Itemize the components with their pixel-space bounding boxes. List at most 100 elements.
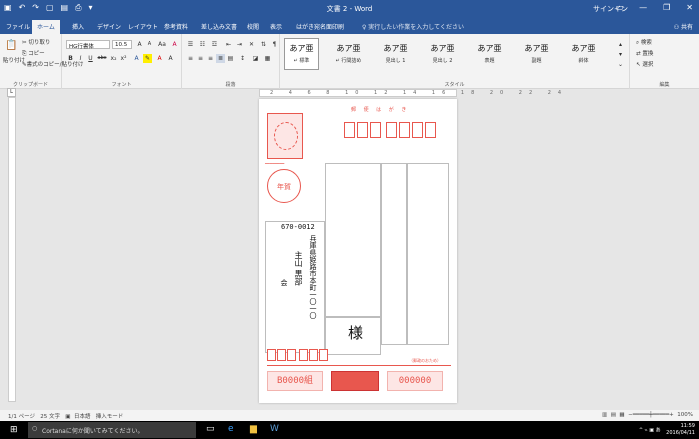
underline-button[interactable]: U xyxy=(86,54,95,63)
minimize-icon[interactable]: — xyxy=(639,3,647,12)
paste-icon[interactable]: 📋 xyxy=(5,40,17,51)
justify-icon[interactable]: ≣ xyxy=(216,54,225,63)
tab-view[interactable]: 表示 xyxy=(270,22,282,31)
asian-layout-icon[interactable]: ✕ xyxy=(247,40,256,49)
clock-date[interactable]: 2016/04/11 xyxy=(666,430,695,437)
align-left-icon[interactable]: ≡ xyxy=(186,54,195,63)
tab-references[interactable]: 参考資料 xyxy=(164,22,188,31)
edge-icon[interactable]: e xyxy=(228,424,234,434)
close-icon[interactable]: ✕ xyxy=(686,3,693,12)
ribbon-display-icon[interactable]: ▭ xyxy=(616,3,624,12)
tab-design[interactable]: デザイン xyxy=(97,22,121,31)
windows-start-icon[interactable]: ⊞ xyxy=(10,425,18,435)
line-spacing-icon[interactable]: ↕ xyxy=(238,54,247,63)
title-bar: ▣ ↶ ↷ ▢ ▤ ⎙ ▾ 文書 2 - Word サインイン ▭ — ❐ ✕ xyxy=(0,0,699,18)
text-effects-button[interactable]: A xyxy=(132,54,141,63)
stamp-caption-line: ━━━━━━━━ xyxy=(265,161,285,166)
distribute-icon[interactable]: ▤ xyxy=(226,54,235,63)
word-taskbar-icon[interactable]: W xyxy=(270,424,279,434)
zoom-slider[interactable]: −━━━━━┿━━━━━+ xyxy=(628,412,674,418)
shrink-font-button[interactable]: A xyxy=(145,40,154,49)
cut-button[interactable]: ✂ 切り取り xyxy=(22,38,50,46)
maximize-icon[interactable]: ❐ xyxy=(663,3,670,12)
find-button[interactable]: ⌕ 検索 xyxy=(636,38,652,47)
font-color-button[interactable]: A xyxy=(155,54,164,63)
style-item[interactable]: あア亜 見出し 1 xyxy=(378,38,413,70)
tab-layout[interactable]: レイアウト xyxy=(128,22,158,31)
ribbon: 📋 貼り付け ✂ 切り取り ⎘ コピー ✎書式のコピー/貼り付け クリップボード… xyxy=(0,34,699,89)
decrease-indent-icon[interactable]: ⇤ xyxy=(224,40,233,49)
read-mode-icon[interactable]: ▥ xyxy=(602,412,607,418)
italic-button[interactable]: I xyxy=(76,54,85,63)
numbering-icon[interactable]: ☷ xyxy=(198,40,207,49)
increase-indent-icon[interactable]: ⇥ xyxy=(235,40,244,49)
font-size-combo[interactable]: 10.5 xyxy=(112,40,132,49)
task-view-icon[interactable]: ▭ xyxy=(206,424,215,434)
zoom-level[interactable]: 100% xyxy=(677,412,693,418)
font-name-combo[interactable]: HG行書体 xyxy=(66,40,110,50)
multilevel-icon[interactable]: ☲ xyxy=(210,40,219,49)
sender-postal-box xyxy=(309,349,318,361)
tab-insert[interactable]: 挿入 xyxy=(72,22,84,31)
sort-icon[interactable]: ⇅ xyxy=(259,40,268,49)
style-item[interactable]: あア亜 斜体 xyxy=(566,38,601,70)
share-button[interactable]: ⚇ 共有 xyxy=(674,22,693,31)
highlight-button[interactable]: ✎ xyxy=(143,54,152,63)
ime-indicator[interactable]: あ xyxy=(656,428,661,434)
sender-postal-box xyxy=(277,349,286,361)
borders-icon[interactable]: ▦ xyxy=(263,54,272,63)
sender-name: 主山 黒部 xyxy=(294,251,303,286)
document-page[interactable]: ━━━━━━━━ 年賀 郵 便 は が き 670-0012 兵庫県姫路市本町一… xyxy=(259,99,457,403)
tab-file[interactable]: ファイル xyxy=(6,22,30,31)
show-marks-icon[interactable]: ¶ xyxy=(270,40,279,49)
style-sample: あア亜 xyxy=(383,44,408,53)
style-item[interactable]: あア亜 ↵ 標準 xyxy=(284,38,319,70)
align-right-icon[interactable]: ≡ xyxy=(206,54,215,63)
style-item[interactable]: あア亜 見出し 2 xyxy=(425,38,460,70)
styles-scroll-up-icon[interactable]: ▴ xyxy=(616,40,625,49)
cortana-search[interactable]: ○ Cortanaに何か聞いてみてください。 xyxy=(28,422,196,438)
style-name: 副題 xyxy=(531,58,542,64)
subscript-button[interactable]: x₂ xyxy=(109,54,118,63)
clipboard-group-label: クリップボード xyxy=(12,82,48,88)
page-count[interactable]: 1/1 ページ xyxy=(8,414,35,420)
proofing-icon[interactable]: ▣ xyxy=(65,414,70,420)
tab-home[interactable]: ホーム xyxy=(32,20,60,34)
select-button[interactable]: ↖ 選択 xyxy=(636,60,653,68)
tab-postcard-print[interactable]: はがき宛名面印刷 xyxy=(296,22,344,31)
tab-review[interactable]: 校閲 xyxy=(247,22,259,31)
language[interactable]: 日本語 xyxy=(74,414,91,420)
tab-selector[interactable]: L xyxy=(7,88,16,97)
horizontal-ruler[interactable]: 2 4 6 8 10 12 14 16 18 20 22 24 xyxy=(259,89,561,97)
status-right: ▥ ▤ ▦ −━━━━━┿━━━━━+ 100% xyxy=(602,412,693,418)
bold-button[interactable]: B xyxy=(66,54,75,63)
styles-more-icon[interactable]: ⌄ xyxy=(616,60,625,69)
style-item[interactable]: あア亜 副題 xyxy=(519,38,554,70)
grow-font-button[interactable]: A xyxy=(135,40,144,49)
address-frame-3 xyxy=(407,163,449,345)
tab-mailings[interactable]: 差し込み文書 xyxy=(201,22,237,31)
insert-mode[interactable]: 挿入モード xyxy=(96,414,124,420)
styles-scroll-down-icon[interactable]: ▾ xyxy=(616,50,625,59)
bullets-icon[interactable]: ☰ xyxy=(186,40,195,49)
tell-me-search[interactable]: ♀ 実行したい作業を入力してください xyxy=(362,22,464,31)
replace-button[interactable]: ⇄ 置換 xyxy=(636,49,653,57)
style-item[interactable]: あア亜 表題 xyxy=(472,38,507,70)
clear-format-button[interactable]: A xyxy=(170,40,179,49)
print-layout-icon[interactable]: ▤ xyxy=(611,412,616,418)
shading-icon[interactable]: ◪ xyxy=(251,54,260,63)
strikethrough-button[interactable]: abc xyxy=(96,54,108,63)
vertical-ruler[interactable] xyxy=(8,97,16,402)
superscript-button[interactable]: x² xyxy=(119,54,128,63)
style-item[interactable]: あア亜 ↵ 行間詰め xyxy=(331,38,366,70)
copy-button[interactable]: ⎘ コピー xyxy=(22,49,45,58)
align-center-icon[interactable]: ≡ xyxy=(196,54,205,63)
lottery-stamp-graphic xyxy=(331,371,379,391)
char-shading-button[interactable]: A xyxy=(166,54,175,63)
word-count[interactable]: 25 文字 xyxy=(40,414,60,420)
clock-time[interactable]: 11:59 xyxy=(666,423,695,430)
file-explorer-icon[interactable]: ▆ xyxy=(250,424,257,434)
tray-icons[interactable]: ^ ⌁ ▣ xyxy=(639,428,656,434)
web-layout-icon[interactable]: ▦ xyxy=(619,412,624,418)
change-case-button[interactable]: Aa xyxy=(156,40,168,49)
